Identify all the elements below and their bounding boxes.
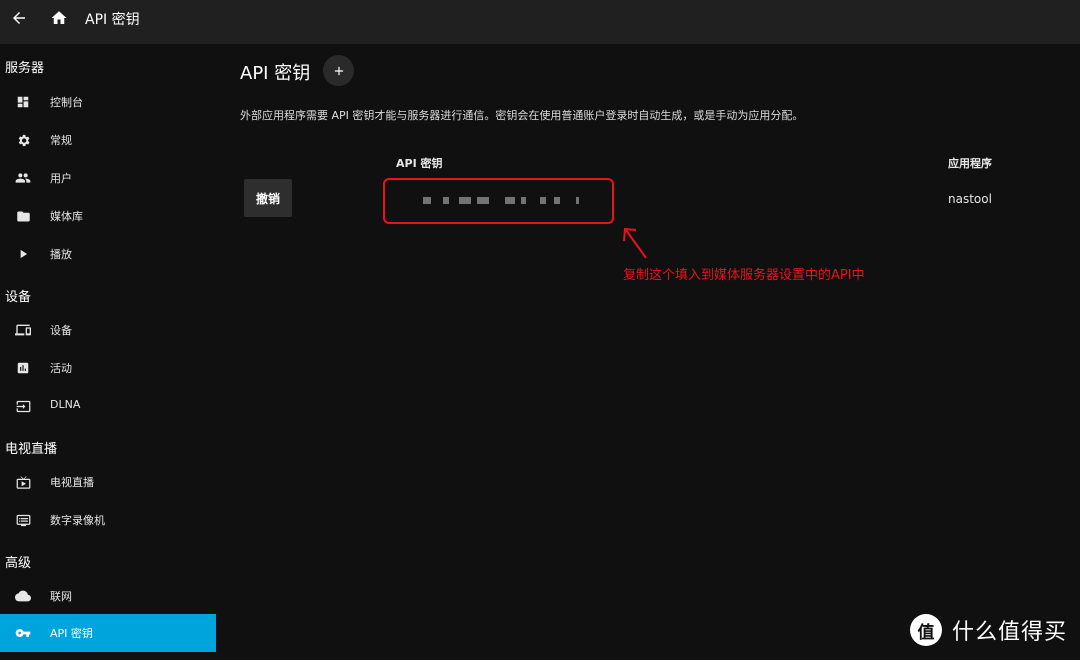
sidebar-item-dashboard[interactable]: 控制台 [0,83,216,121]
live-tv-icon [15,474,31,490]
sidebar-item-networking[interactable]: 联网 [0,577,216,615]
sidebar-item-label: 控制台 [50,96,83,109]
watermark-text: 什么值得买 [952,620,1068,645]
key-icon [15,625,31,641]
sidebar-item-users[interactable]: 用户 [0,159,216,197]
sidebar-item-general[interactable]: 常规 [0,121,216,159]
page-header-title: API 密钥 [85,12,140,28]
home-icon [51,11,67,24]
sidebar-item-live-tv[interactable]: 电视直播 [0,463,216,501]
cloud-icon [15,588,31,604]
analytics-icon [15,360,31,376]
sidebar-section-devices: 设备 [5,290,32,305]
input-icon [15,398,31,414]
sidebar-item-label: 用户 [50,172,72,185]
sidebar-item-libraries[interactable]: 媒体库 [0,197,216,235]
api-key-redacted [423,196,579,204]
page-title: API 密钥 [240,63,311,84]
back-button[interactable] [1,0,37,36]
arrow-back-icon [13,12,25,24]
sidebar: 服务器 控制台 常规 用户 媒体库 播放 设备 设备 活动 DLNA 电视直播 … [0,44,216,660]
home-button[interactable] [41,0,77,36]
page-description: 外部应用程序需要 API 密钥才能与服务器进行通信。密钥会在使用普通账户登录时自… [240,109,804,122]
devices-icon [15,322,31,338]
annotation-text: 复制这个填入到媒体服务器设置中的API中 [623,268,865,283]
sidebar-item-label: DLNA [50,398,81,411]
sidebar-item-label: API 密钥 [50,627,93,640]
sidebar-item-label: 数字录像机 [50,514,105,527]
sidebar-item-label: 播放 [50,248,72,261]
sidebar-item-playback[interactable]: 播放 [0,235,216,273]
top-bar: API 密钥 [0,0,1080,44]
people-icon [15,170,31,186]
sidebar-item-devices[interactable]: 设备 [0,311,216,349]
sidebar-item-label: 联网 [50,590,72,603]
sidebar-item-label: 电视直播 [50,476,94,489]
sidebar-item-label: 常规 [50,134,72,147]
sidebar-item-dvr[interactable]: 数字录像机 [0,501,216,539]
app-name-cell: nastool [948,192,992,206]
revoke-button[interactable]: 撤销 [244,179,292,217]
play-icon [15,246,31,262]
folder-icon [15,208,31,224]
sidebar-item-activity[interactable]: 活动 [0,349,216,387]
sidebar-item-label: 媒体库 [50,210,83,223]
plus-icon [334,66,343,75]
column-header-api-key: API 密钥 [396,157,443,170]
sidebar-section-server: 服务器 [5,61,45,76]
watermark-logo-icon: 值 [910,614,942,646]
dashboard-icon [15,94,31,110]
sidebar-item-dlna[interactable]: DLNA [0,387,216,425]
column-header-app: 应用程序 [948,157,992,170]
watermark: 值 什么值得买 [910,614,1067,646]
sidebar-section-advanced: 高级 [5,556,32,571]
sidebar-section-live-tv: 电视直播 [5,442,58,457]
annotation-arrow-icon [623,227,647,259]
dvr-icon [15,512,31,528]
gear-icon [15,132,31,148]
add-api-key-button[interactable] [323,55,354,86]
api-key-value-highlight[interactable] [383,178,614,224]
sidebar-item-label: 活动 [50,362,72,375]
sidebar-item-api-keys[interactable]: API 密钥 [0,614,216,652]
sidebar-item-label: 设备 [50,324,72,337]
